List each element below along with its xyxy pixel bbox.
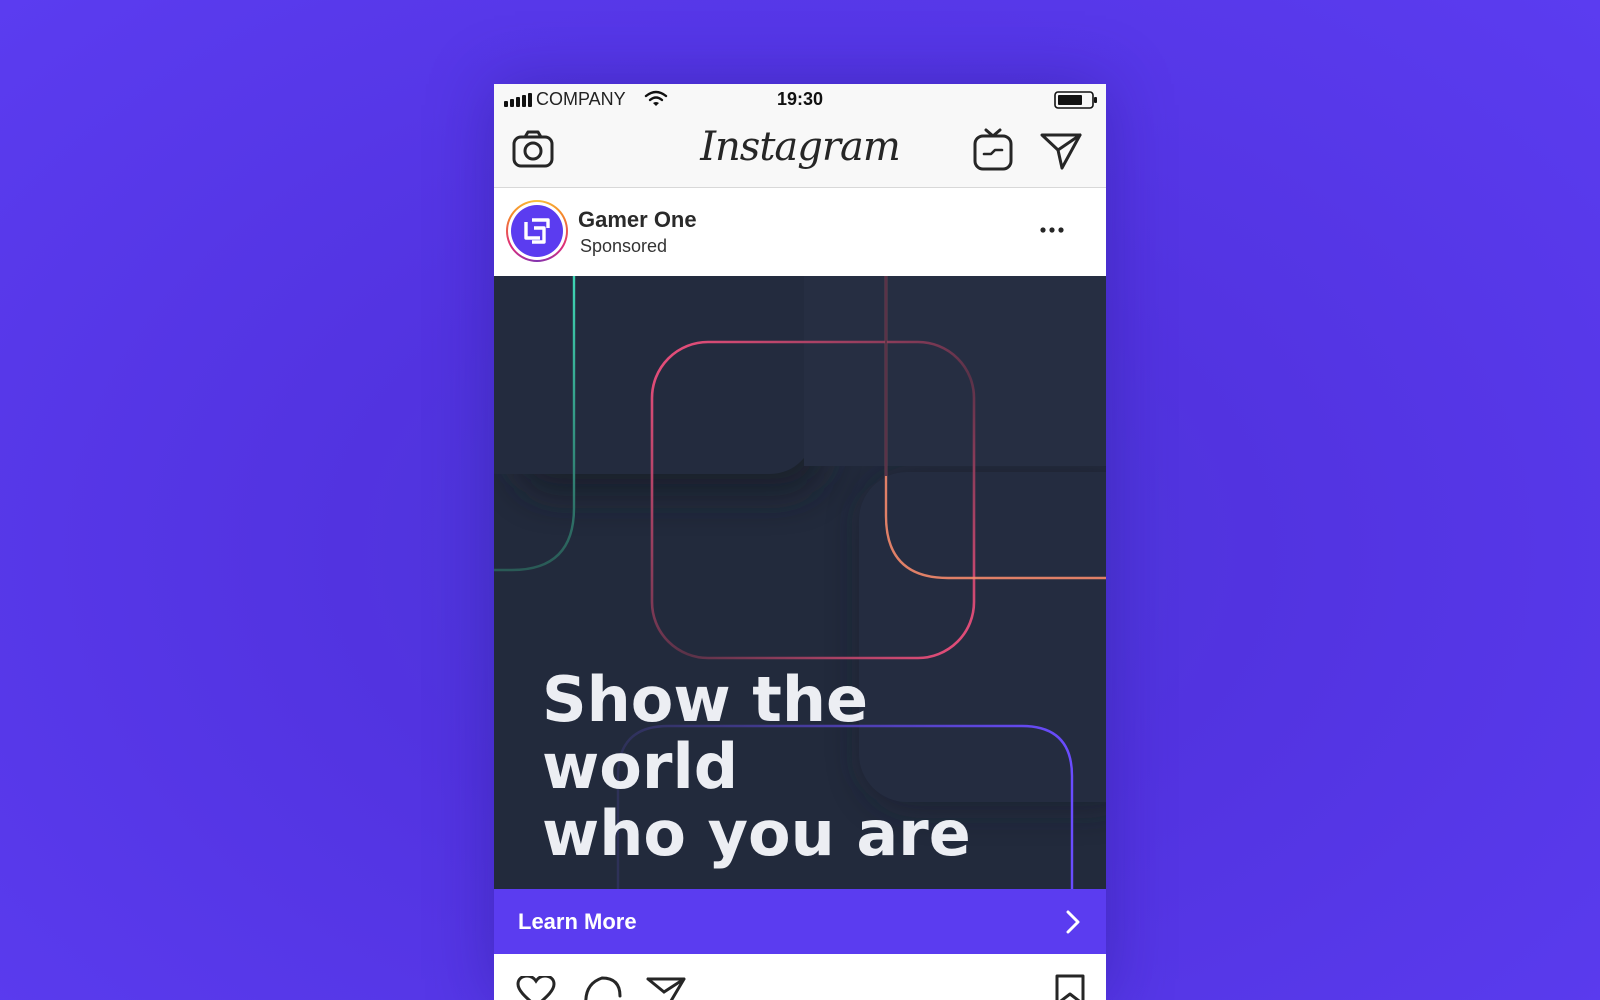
bookmark-icon[interactable] [1054, 974, 1086, 1000]
status-bar: COMPANY 19:30 [494, 84, 1106, 114]
chevron-right-icon [1066, 910, 1080, 934]
igtv-icon[interactable] [972, 128, 1014, 172]
avatar[interactable] [506, 200, 568, 262]
more-options-icon[interactable] [1040, 226, 1064, 234]
headline-line-1: Show the world [542, 663, 869, 803]
ad-headline: Show the world who you are [542, 666, 1082, 867]
gamer-one-logo-icon [524, 218, 550, 244]
post-actions-bar [494, 954, 1106, 1000]
post-image[interactable]: Show the world who you are [494, 276, 1106, 889]
headline-line-2: who you are [542, 797, 971, 870]
status-time: 19:30 [776, 89, 824, 109]
learn-more-label: Learn More [518, 908, 637, 934]
battery-icon [1054, 91, 1097, 109]
heart-icon[interactable] [516, 976, 556, 1000]
direct-message-icon[interactable] [1040, 132, 1082, 170]
instagram-logo: Instagram [700, 124, 901, 170]
account-name[interactable]: Gamer One [578, 207, 697, 233]
sponsored-label: Sponsored [580, 236, 668, 256]
learn-more-button[interactable]: Learn More [494, 889, 1106, 954]
phone-frame: COMPANY 19:30 Instagram Gamer One Sponso… [494, 84, 1106, 1000]
share-icon[interactable] [646, 976, 686, 1000]
app-header: Instagram [494, 114, 1106, 188]
comment-icon[interactable] [582, 976, 622, 1000]
post-header: Gamer One Sponsored [494, 188, 1106, 276]
